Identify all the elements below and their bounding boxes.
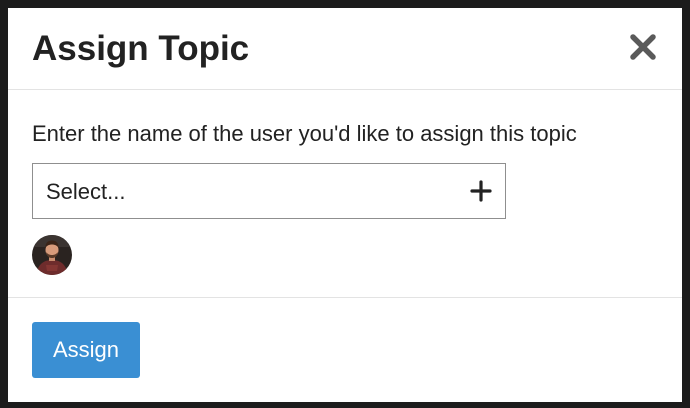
user-avatar[interactable] (32, 235, 72, 275)
user-select[interactable]: Select... (32, 163, 506, 219)
assign-button[interactable]: Assign (32, 322, 140, 378)
modal-footer: Assign (8, 298, 682, 402)
assign-instructions: Enter the name of the user you'd like to… (32, 121, 577, 146)
modal-body: Enter the name of the user you'd like to… (8, 90, 682, 298)
assign-topic-modal: Assign Topic Enter the name of the user … (8, 8, 682, 402)
plus-icon (470, 180, 492, 202)
user-select-placeholder: Select... (46, 179, 126, 204)
avatar-icon (32, 235, 72, 275)
close-icon (630, 34, 656, 60)
close-button[interactable] (628, 32, 658, 62)
modal-title: Assign Topic (32, 29, 250, 68)
modal-header: Assign Topic (8, 8, 682, 90)
